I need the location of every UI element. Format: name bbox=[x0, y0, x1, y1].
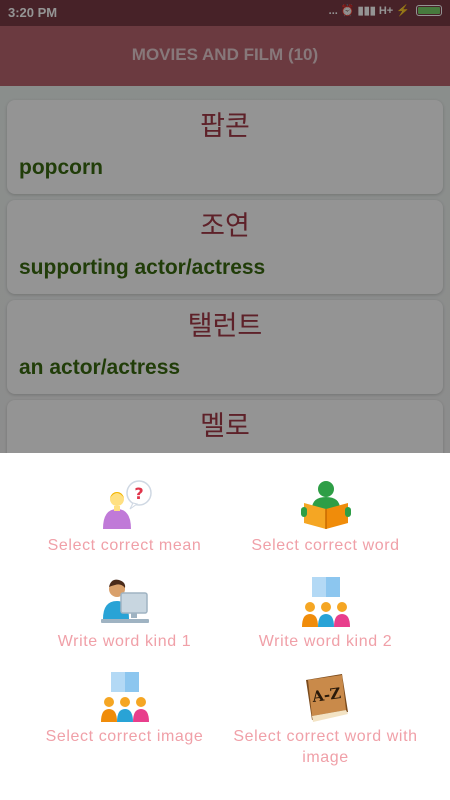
dictionary-az-icon: A-Z bbox=[305, 674, 348, 722]
reading-book-icon bbox=[300, 481, 351, 529]
group-card-icon bbox=[100, 672, 149, 722]
computer-user-icon bbox=[100, 579, 149, 623]
group-card-icon bbox=[301, 577, 350, 627]
option-label: Select correct word bbox=[251, 537, 400, 554]
option-select-correct-word-with-image[interactable]: A-Z Select correct word with image bbox=[213, 670, 438, 768]
option-label: Select correct word with image bbox=[233, 728, 418, 766]
option-label: Select correct mean bbox=[47, 537, 202, 554]
dim-overlay[interactable] bbox=[0, 0, 450, 453]
question-person-icon: ? bbox=[102, 480, 152, 529]
practice-mode-sheet: ? Select correct mean Select correct wor… bbox=[0, 453, 450, 800]
option-label: Write word kind 2 bbox=[258, 633, 393, 650]
option-label: Select correct image bbox=[45, 728, 204, 745]
option-write-word-kind-2[interactable]: Write word kind 2 bbox=[213, 575, 438, 652]
option-label: Write word kind 1 bbox=[57, 633, 192, 650]
svg-text:?: ? bbox=[134, 484, 143, 503]
option-select-correct-word[interactable]: Select correct word bbox=[213, 479, 438, 556]
option-select-correct-image[interactable]: Select correct image bbox=[12, 670, 237, 747]
option-select-correct-mean[interactable]: ? Select correct mean bbox=[12, 479, 237, 556]
option-write-word-kind-1[interactable]: Write word kind 1 bbox=[12, 575, 237, 652]
